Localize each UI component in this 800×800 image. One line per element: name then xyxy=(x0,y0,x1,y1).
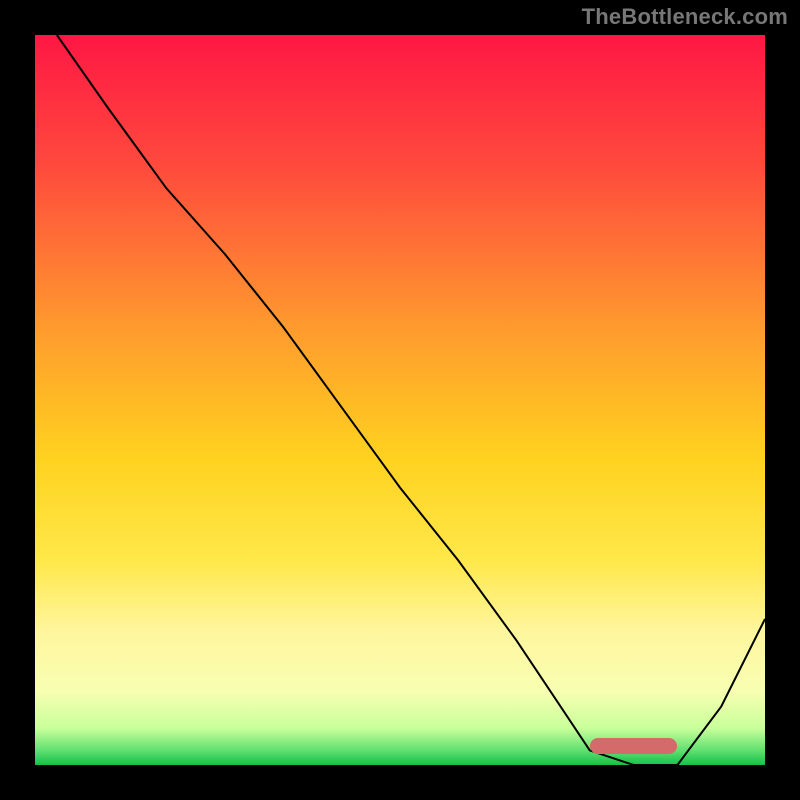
attribution-text: TheBottleneck.com xyxy=(582,4,788,30)
bottleneck-curve xyxy=(57,35,765,765)
chart-container: TheBottleneck.com xyxy=(0,0,800,800)
curve-layer xyxy=(35,35,765,765)
optimal-zone-marker xyxy=(590,738,678,754)
plot-area xyxy=(35,35,765,765)
